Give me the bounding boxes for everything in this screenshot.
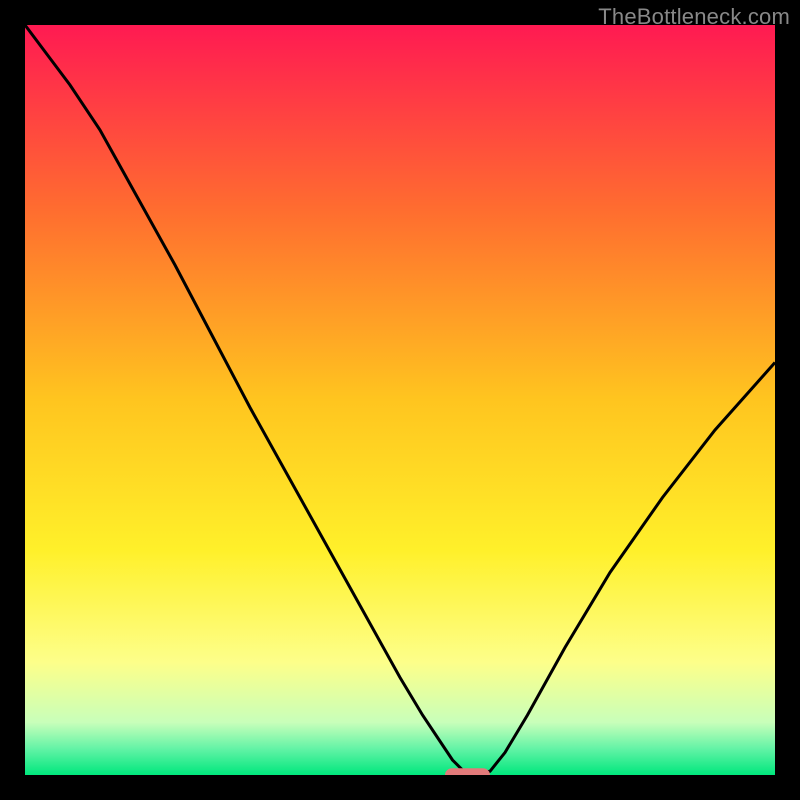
plot-area xyxy=(25,25,775,775)
target-marker xyxy=(445,768,490,775)
gradient-background xyxy=(25,25,775,775)
chart-stage: TheBottleneck.com xyxy=(0,0,800,800)
chart-svg xyxy=(25,25,775,775)
